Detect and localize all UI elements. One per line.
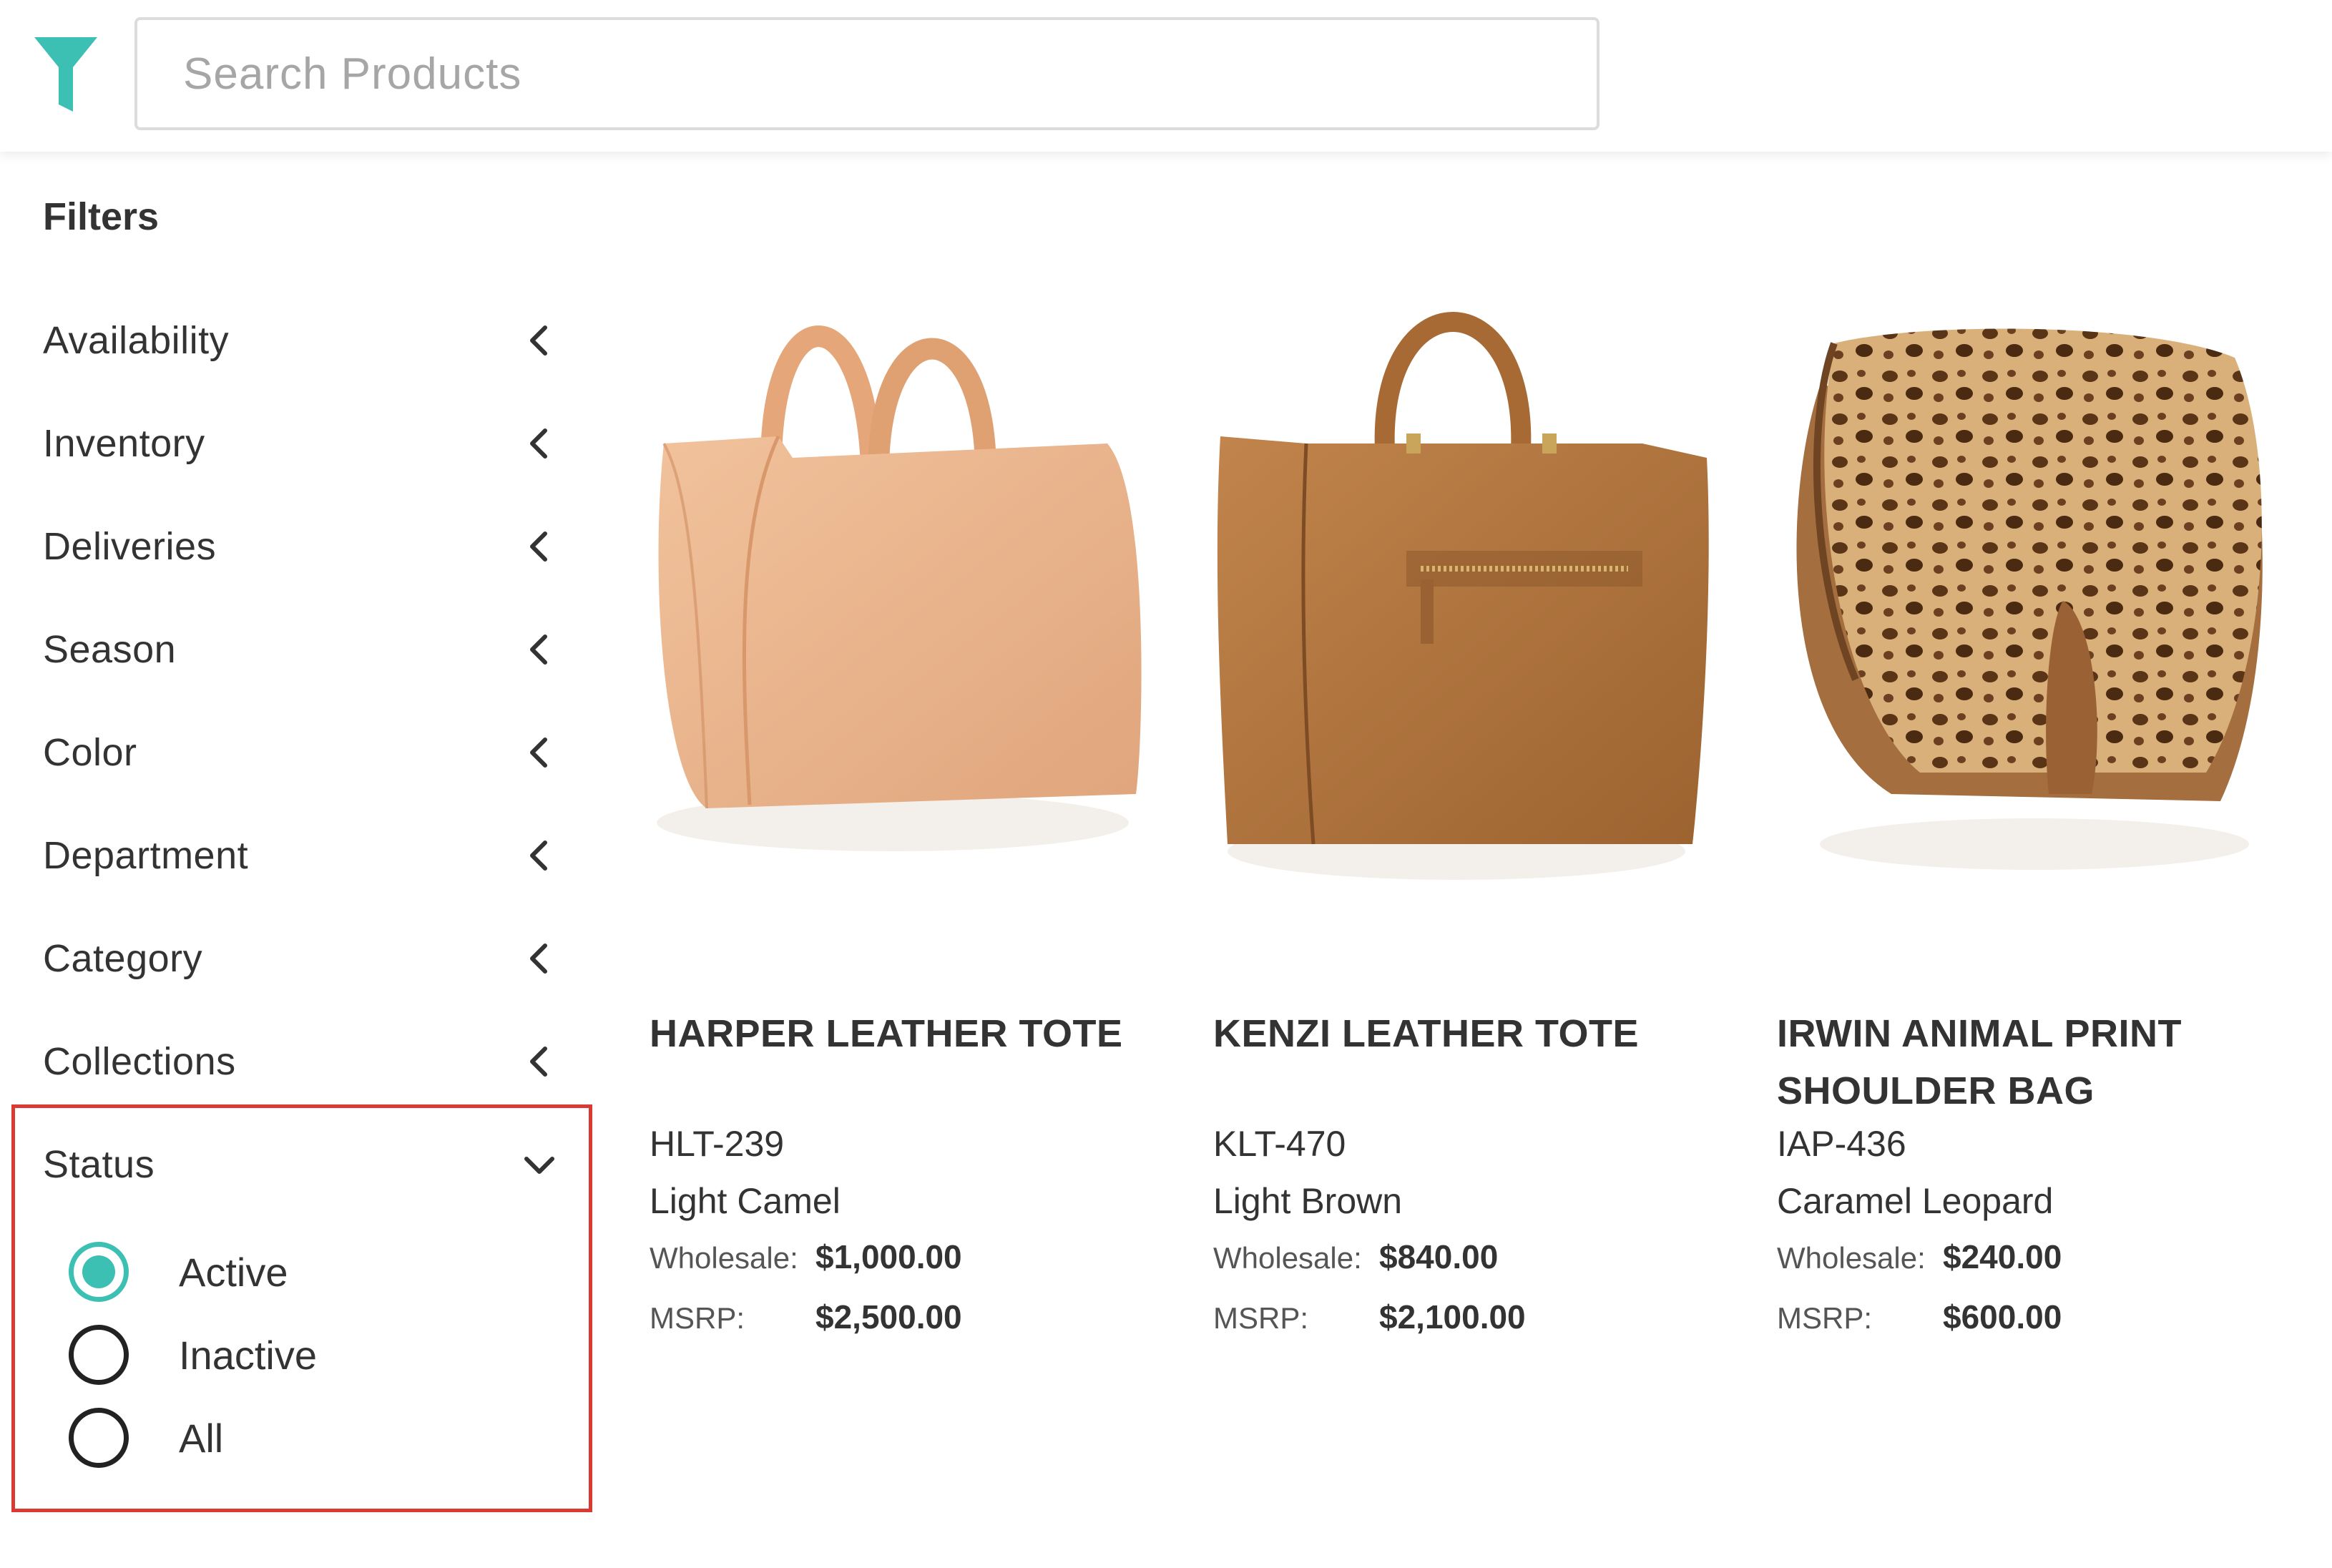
wholesale-label: Wholesale:	[650, 1241, 798, 1275]
filter-label: Category	[43, 937, 203, 980]
msrp-label: MSRP:	[1777, 1301, 1873, 1335]
chevron-left-icon	[530, 531, 547, 562]
msrp-row: MSRP: $2,500.00	[650, 1298, 962, 1336]
search-input[interactable]	[137, 20, 1597, 127]
radio-checked-icon[interactable]	[69, 1242, 129, 1302]
wholesale-row: Wholesale: $1,000.00	[650, 1238, 962, 1276]
filters-title: Filters	[43, 195, 160, 238]
product-image-harper-tote[interactable]	[650, 279, 1150, 908]
product-color: Light Camel	[650, 1181, 841, 1221]
chevron-left-icon	[530, 738, 547, 768]
product-sku: KLT-470	[1213, 1124, 1346, 1164]
filter-label: Inventory	[43, 422, 205, 465]
filter-availability[interactable]: Availability	[43, 305, 558, 376]
wholesale-price: $1,000.00	[815, 1238, 962, 1275]
wholesale-label: Wholesale:	[1213, 1241, 1362, 1275]
filter-label: Deliveries	[43, 525, 217, 568]
product-name[interactable]: KENZI LEATHER TOTE	[1213, 1005, 1728, 1062]
filter-label: Color	[43, 731, 137, 774]
radio-unchecked-icon[interactable]	[69, 1408, 129, 1468]
chevron-down-icon	[524, 1157, 554, 1174]
radio-label: All	[179, 1415, 224, 1461]
msrp-price: $2,500.00	[815, 1298, 962, 1336]
filter-status[interactable]: Status	[43, 1129, 558, 1200]
wholesale-row: Wholesale: $240.00	[1777, 1238, 2062, 1276]
filter-inventory[interactable]: Inventory	[43, 408, 558, 479]
status-option-inactive[interactable]: Inactive	[69, 1323, 317, 1387]
filter-season[interactable]: Season	[43, 614, 558, 685]
filter-department[interactable]: Department	[43, 820, 558, 891]
filter-label: Department	[43, 834, 249, 877]
chevron-left-icon	[530, 1047, 547, 1077]
filter-label: Season	[43, 628, 177, 671]
filter-collections[interactable]: Collections	[43, 1026, 558, 1097]
radio-label: Active	[179, 1249, 288, 1295]
chevron-left-icon	[530, 634, 547, 665]
wholesale-label: Wholesale:	[1777, 1241, 1926, 1275]
chevron-left-icon	[530, 841, 547, 871]
filter-category[interactable]: Category	[43, 923, 558, 994]
filter-deliveries[interactable]: Deliveries	[43, 511, 558, 582]
search-box[interactable]	[134, 17, 1599, 130]
msrp-row: MSRP: $2,100.00	[1213, 1298, 1526, 1336]
msrp-row: MSRP: $600.00	[1777, 1298, 2062, 1336]
product-image-kenzi-tote[interactable]	[1213, 279, 1714, 908]
chevron-left-icon	[530, 325, 547, 356]
funnel-icon[interactable]	[34, 37, 97, 112]
product-name[interactable]: HARPER LEATHER TOTE	[650, 1005, 1165, 1062]
filter-label: Status	[43, 1143, 155, 1186]
status-option-all[interactable]: All	[69, 1406, 223, 1470]
chevron-left-icon	[530, 428, 547, 459]
radio-unchecked-icon[interactable]	[69, 1325, 129, 1385]
product-name[interactable]: IRWIN ANIMAL PRINT SHOULDER BAG	[1777, 1005, 2292, 1119]
wholesale-row: Wholesale: $840.00	[1213, 1238, 1498, 1276]
chevron-left-icon	[530, 944, 547, 974]
filter-label: Availability	[43, 319, 230, 362]
msrp-label: MSRP:	[1213, 1301, 1309, 1335]
msrp-label: MSRP:	[650, 1301, 745, 1335]
radio-label: Inactive	[179, 1332, 317, 1378]
wholesale-price: $840.00	[1379, 1238, 1499, 1275]
filter-label: Collections	[43, 1040, 236, 1083]
product-sku: HLT-239	[650, 1124, 785, 1164]
product-color: Caramel Leopard	[1777, 1181, 2054, 1221]
msrp-price: $2,100.00	[1379, 1298, 1526, 1336]
wholesale-price: $240.00	[1943, 1238, 2062, 1275]
product-color: Light Brown	[1213, 1181, 1403, 1221]
top-header	[0, 0, 2332, 152]
filter-color[interactable]: Color	[43, 717, 558, 788]
product-sku: IAP-436	[1777, 1124, 1906, 1164]
status-option-active[interactable]: Active	[69, 1240, 288, 1304]
product-image-irwin-bag[interactable]	[1777, 279, 2278, 908]
msrp-price: $600.00	[1943, 1298, 2062, 1336]
